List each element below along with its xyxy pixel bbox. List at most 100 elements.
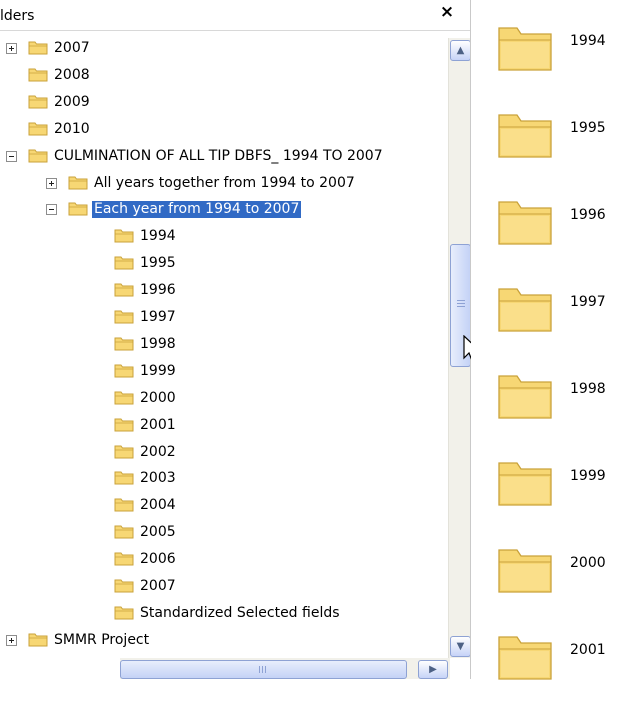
pane-title: lders <box>0 8 35 24</box>
tree-item-label: 2010 <box>54 121 90 137</box>
scroll-up-button[interactable]: ▲ <box>450 40 470 61</box>
tree-item-label: SMMR Project <box>54 632 150 648</box>
tree-item[interactable]: Each year from 1994 to 2007 <box>46 199 448 221</box>
folder-item[interactable]: 2000 <box>471 540 641 620</box>
chevron-up-icon: ▲ <box>456 45 465 56</box>
folder-icon <box>28 66 48 82</box>
folder-icon <box>28 93 48 109</box>
folder-item[interactable]: 1998 <box>471 366 641 446</box>
tree-item[interactable]: 2000 <box>92 388 448 410</box>
folder-item[interactable]: 1997 <box>471 279 641 359</box>
folder-icon <box>114 443 134 459</box>
folder-icon <box>114 550 134 566</box>
tree-item-label: 1996 <box>140 282 176 298</box>
grip-icon <box>259 666 268 673</box>
tree-item-label: 2007 <box>54 40 90 56</box>
tree-item[interactable]: 1994 <box>92 226 448 248</box>
tree-item-label: CULMINATION OF ALL TIP DBFS_ 1994 TO 200… <box>54 148 383 164</box>
tree-item[interactable]: 2002 <box>92 442 448 464</box>
tree-item[interactable]: 1995 <box>92 253 448 275</box>
minus-box-icon[interactable] <box>6 151 17 162</box>
tree-item[interactable]: 2003 <box>92 468 448 490</box>
tree-item[interactable]: All years together from 1994 to 2007 <box>46 173 448 195</box>
folder-item[interactable]: 1996 <box>471 192 641 272</box>
folder-label: 1995 <box>570 120 606 136</box>
folder-item[interactable]: 1994 <box>471 18 641 98</box>
tree-item-label: 2006 <box>140 551 176 567</box>
grip-icon <box>457 300 465 308</box>
folder-label: 1998 <box>570 381 606 397</box>
tree-item[interactable]: 2004 <box>92 495 448 517</box>
folder-icon <box>114 281 134 297</box>
folder-icon <box>114 254 134 270</box>
tree-item-label: 2005 <box>140 524 176 540</box>
folder-icon <box>68 174 88 190</box>
tree-item-label: Standardized Selected fields <box>140 605 340 621</box>
plus-box-icon[interactable] <box>6 43 17 54</box>
plus-box-icon[interactable] <box>46 178 57 189</box>
tree-item-label: 2004 <box>140 497 176 513</box>
tree-item-label: 2000 <box>140 390 176 406</box>
close-button[interactable]: × <box>436 2 458 22</box>
tree-item[interactable]: Standardized Selected fields <box>92 603 448 625</box>
folder-icon <box>114 523 134 539</box>
folder-label: 1994 <box>570 33 606 49</box>
folder-item[interactable]: 2001 <box>471 627 641 707</box>
scroll-right-button[interactable]: ▶ <box>418 660 448 679</box>
folder-icon <box>114 389 134 405</box>
tree-item[interactable]: SMMR Project <box>6 630 448 652</box>
tree-item-label: 1995 <box>140 255 176 271</box>
tree-item[interactable]: 2005 <box>92 522 448 544</box>
tree-item-label: 2009 <box>54 94 90 110</box>
tree-item-label: 2003 <box>140 470 176 486</box>
tree-item[interactable]: 2008 <box>6 65 448 87</box>
scroll-down-button[interactable]: ▼ <box>450 636 470 657</box>
folder-icon <box>114 335 134 351</box>
tree-item-label: All years together from 1994 to 2007 <box>94 175 355 191</box>
tree-item-label: 1998 <box>140 336 176 352</box>
folder-icon <box>68 200 88 216</box>
folder-label: 2000 <box>570 555 606 571</box>
tree-item[interactable]: 1998 <box>92 334 448 356</box>
folder-label: 1999 <box>570 468 606 484</box>
folder-icon <box>114 416 134 432</box>
folder-icon <box>114 362 134 378</box>
folder-icon <box>28 120 48 136</box>
folder-label: 2001 <box>570 642 606 658</box>
chevron-right-icon: ▶ <box>429 664 437 675</box>
folder-item[interactable]: 1995 <box>471 105 641 185</box>
tree-item-label: 1999 <box>140 363 176 379</box>
tree-item[interactable]: 2007 <box>92 576 448 598</box>
tree-item[interactable]: 2007 <box>6 38 448 60</box>
folder-icon <box>114 604 134 620</box>
folder-icon <box>114 469 134 485</box>
tree-item[interactable]: 2010 <box>6 119 448 141</box>
pane-header: lders × <box>0 0 470 31</box>
folder-label: 1996 <box>570 207 606 223</box>
tree-item-label: 1997 <box>140 309 176 325</box>
folder-icon <box>114 227 134 243</box>
plus-box-icon[interactable] <box>6 635 17 646</box>
tree-item[interactable]: 2006 <box>92 549 448 571</box>
tree-item-label: 2008 <box>54 67 90 83</box>
folder-label: 1997 <box>570 294 606 310</box>
horizontal-scroll-thumb[interactable] <box>120 660 407 679</box>
folder-icon <box>114 496 134 512</box>
tree-item-label: 2002 <box>140 444 176 460</box>
tree-item[interactable]: 1999 <box>92 361 448 383</box>
horizontal-scrollbar[interactable]: ▶ <box>120 658 450 679</box>
chevron-down-icon: ▼ <box>456 641 465 652</box>
folder-icon <box>28 39 48 55</box>
tree-item[interactable]: CULMINATION OF ALL TIP DBFS_ 1994 TO 200… <box>6 146 448 168</box>
tree-item[interactable]: 1997 <box>92 307 448 329</box>
folder-icon <box>114 577 134 593</box>
tree-item[interactable]: 2009 <box>6 92 448 114</box>
folder-item[interactable]: 1999 <box>471 453 641 533</box>
tree-item-label: 1994 <box>140 228 176 244</box>
tree-item[interactable]: 1996 <box>92 280 448 302</box>
tree-item-label: Each year from 1994 to 2007 <box>92 201 302 218</box>
minus-box-icon[interactable] <box>46 204 57 215</box>
tree-item[interactable]: 2001 <box>92 415 448 437</box>
folder-contents-view: 1994 1995 1996 1997 1998 1999 2000 2001 <box>471 0 644 680</box>
tree-item-label: 2007 <box>140 578 176 594</box>
